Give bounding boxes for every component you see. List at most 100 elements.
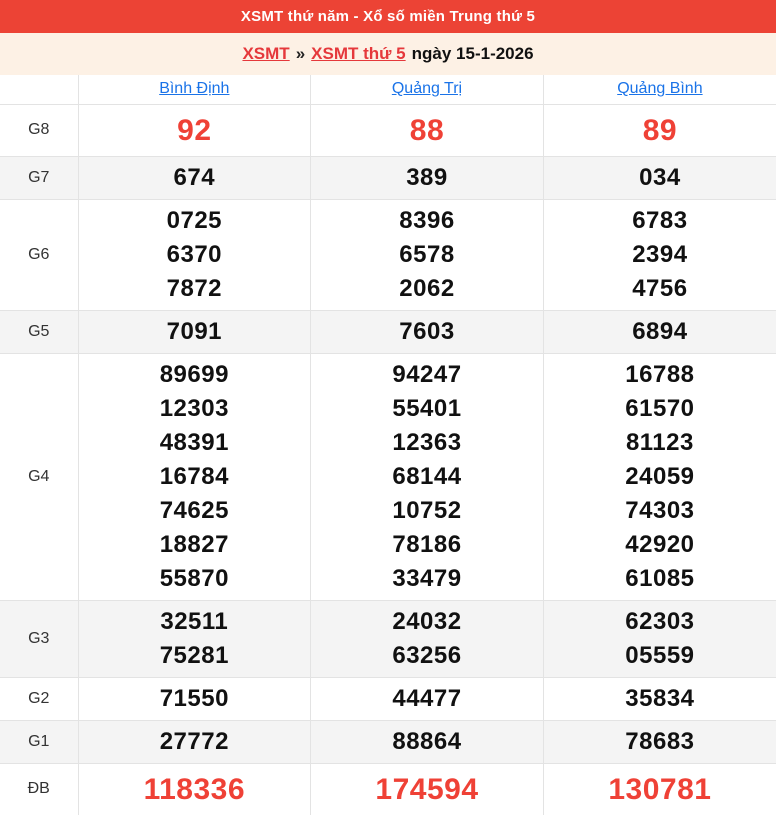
- province-link-binh-dinh[interactable]: Bình Định: [159, 80, 229, 97]
- prize-number: 05559: [544, 639, 776, 673]
- prize-number: 78683: [544, 725, 776, 759]
- prize-numbers-g6-col1: 839665782062: [311, 199, 544, 310]
- prize-label-g2: G2: [0, 677, 78, 720]
- prize-number: 674: [79, 161, 311, 195]
- prize-numbers-g6-col2: 678323944756: [543, 199, 776, 310]
- column-header-quang-tri: Quảng Trị: [311, 75, 544, 104]
- breadcrumb: XSMT » XSMT thứ 5 ngày 15-1-2026: [0, 33, 776, 75]
- prize-number: 94247: [311, 358, 543, 392]
- prize-numbers-g3-col2: 6230305559: [543, 600, 776, 677]
- prize-number: 74625: [79, 494, 311, 528]
- province-link-quang-binh[interactable]: Quảng Bình: [617, 80, 702, 97]
- prize-number: 6783: [544, 204, 776, 238]
- prize-number: 42920: [544, 528, 776, 562]
- province-link-quang-tri[interactable]: Quảng Trị: [392, 80, 462, 97]
- prize-number: 034: [544, 161, 776, 195]
- prize-number: 12363: [311, 426, 543, 460]
- prize-number: 16788: [544, 358, 776, 392]
- prize-numbers-g7-col1: 389: [311, 156, 544, 199]
- prize-row-db: ĐB118336174594130781: [0, 763, 776, 815]
- page-header: XSMT thứ năm - Xổ số miền Trung thứ 5: [0, 0, 776, 33]
- prize-number: 63256: [311, 639, 543, 673]
- prize-number: 174594: [311, 768, 543, 811]
- prize-numbers-db-col0: 118336: [78, 763, 311, 815]
- prize-number: 48391: [79, 426, 311, 460]
- prize-number: 88864: [311, 725, 543, 759]
- prize-number: 8396: [311, 204, 543, 238]
- prize-numbers-g6-col0: 072563707872: [78, 199, 311, 310]
- prize-row-g3: G3325117528124032632566230305559: [0, 600, 776, 677]
- prize-number: 61085: [544, 562, 776, 596]
- prize-number: 2062: [311, 272, 543, 306]
- province-header-row: Bình Định Quảng Trị Quảng Bình: [0, 75, 776, 104]
- prize-numbers-g8-col1: 88: [311, 104, 544, 156]
- prize-numbers-g7-col0: 674: [78, 156, 311, 199]
- prize-number: 55401: [311, 392, 543, 426]
- prize-label-g6: G6: [0, 199, 78, 310]
- prize-column-header-empty: [0, 75, 78, 104]
- prize-numbers-g1-col1: 88864: [311, 720, 544, 763]
- prize-number: 7603: [311, 315, 543, 349]
- prize-number: 24032: [311, 605, 543, 639]
- prize-numbers-db-col2: 130781: [543, 763, 776, 815]
- column-header-quang-binh: Quảng Bình: [543, 75, 776, 104]
- prize-label-db: ĐB: [0, 763, 78, 815]
- prize-label-g8: G8: [0, 104, 78, 156]
- prize-numbers-g3-col0: 3251175281: [78, 600, 311, 677]
- prize-number: 68144: [311, 460, 543, 494]
- prize-number: 27772: [79, 725, 311, 759]
- prize-number: 2394: [544, 238, 776, 272]
- prize-number: 92: [79, 109, 311, 152]
- prize-number: 16784: [79, 460, 311, 494]
- prize-numbers-g8-col0: 92: [78, 104, 311, 156]
- prize-number: 18827: [79, 528, 311, 562]
- prize-number: 81123: [544, 426, 776, 460]
- prize-number: 24059: [544, 460, 776, 494]
- bottom-spacer: [0, 815, 776, 819]
- prize-number: 88: [311, 109, 543, 152]
- prize-number: 89699: [79, 358, 311, 392]
- prize-label-g7: G7: [0, 156, 78, 199]
- prize-number: 74303: [544, 494, 776, 528]
- prize-row-g2: G2715504447735834: [0, 677, 776, 720]
- prize-number: 130781: [544, 768, 776, 811]
- breadcrumb-link-xsmt-thu5[interactable]: XSMT thứ 5: [311, 44, 405, 64]
- prize-number: 89: [544, 109, 776, 152]
- prize-row-g4: G489699123034839116784746251882755870942…: [0, 353, 776, 600]
- prize-numbers-g8-col2: 89: [543, 104, 776, 156]
- breadcrumb-link-xsmt[interactable]: XSMT: [242, 44, 289, 64]
- prize-label-g3: G3: [0, 600, 78, 677]
- prize-numbers-db-col1: 174594: [311, 763, 544, 815]
- prize-numbers-g4-col1: 94247554011236368144107527818633479: [311, 353, 544, 600]
- prize-number: 6370: [79, 238, 311, 272]
- prize-number: 12303: [79, 392, 311, 426]
- prize-row-g7: G7674389034: [0, 156, 776, 199]
- prize-row-g1: G1277728886478683: [0, 720, 776, 763]
- prize-number: 10752: [311, 494, 543, 528]
- prize-number: 389: [311, 161, 543, 195]
- prize-row-g6: G6072563707872839665782062678323944756: [0, 199, 776, 310]
- prize-number: 118336: [79, 768, 311, 811]
- prize-numbers-g7-col2: 034: [543, 156, 776, 199]
- prize-numbers-g2-col1: 44477: [311, 677, 544, 720]
- prize-numbers-g2-col0: 71550: [78, 677, 311, 720]
- prize-number: 61570: [544, 392, 776, 426]
- prize-number: 7872: [79, 272, 311, 306]
- prize-number: 4756: [544, 272, 776, 306]
- prize-number: 35834: [544, 682, 776, 716]
- prize-row-g5: G5709176036894: [0, 310, 776, 353]
- prize-number: 32511: [79, 605, 311, 639]
- prize-number: 7091: [79, 315, 311, 349]
- prize-number: 55870: [79, 562, 311, 596]
- results-table-body: G8928889G7674389034G60725637078728396657…: [0, 104, 776, 815]
- prize-number: 71550: [79, 682, 311, 716]
- prize-numbers-g5-col2: 6894: [543, 310, 776, 353]
- prize-number: 44477: [311, 682, 543, 716]
- prize-numbers-g5-col0: 7091: [78, 310, 311, 353]
- prize-numbers-g1-col2: 78683: [543, 720, 776, 763]
- prize-number: 6894: [544, 315, 776, 349]
- prize-number: 62303: [544, 605, 776, 639]
- prize-numbers-g3-col1: 2403263256: [311, 600, 544, 677]
- results-table: Bình Định Quảng Trị Quảng Bình G8928889G…: [0, 75, 776, 815]
- column-header-binh-dinh: Bình Định: [78, 75, 311, 104]
